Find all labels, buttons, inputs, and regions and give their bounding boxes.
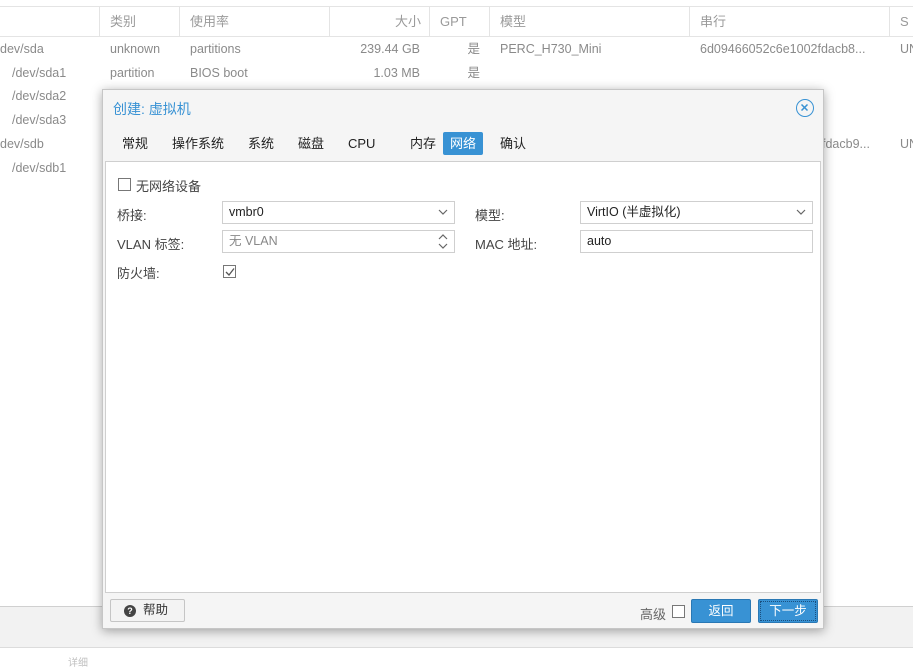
cell-device: /dev/sda1	[12, 66, 67, 80]
firewall-checkbox[interactable]	[223, 265, 236, 278]
cell-type: partition	[110, 66, 155, 80]
cell-device: dev/sda	[0, 42, 44, 56]
bridge-label: 桥接:	[117, 208, 147, 223]
create-vm-dialog: 创建: 虚拟机 常规 操作系统 系统 磁盘 CPU 内存 网络 确认 无网络设备…	[102, 89, 824, 629]
check-icon	[225, 268, 235, 276]
cell-device: dev/sdb	[0, 137, 44, 151]
firewall-label: 防火墙:	[117, 266, 160, 281]
column-header-s[interactable]: S	[890, 7, 913, 36]
help-button[interactable]: ? 帮助	[110, 599, 185, 622]
cell-type: unknown	[110, 42, 161, 56]
vlan-label: VLAN 标签:	[117, 237, 185, 252]
no-network-checkbox[interactable]	[118, 178, 131, 191]
cell-s: UN	[900, 42, 913, 56]
tab-os[interactable]: 操作系统	[166, 132, 230, 155]
next-button[interactable]: 下一步	[758, 599, 818, 623]
chevron-down-icon	[438, 209, 448, 215]
close-icon[interactable]	[796, 99, 814, 117]
column-header-type[interactable]: 类别	[100, 7, 180, 36]
cell-model: PERC_H730_Mini	[500, 42, 602, 56]
tab-network[interactable]: 网络	[443, 132, 483, 155]
vlan-value: 无 VLAN	[229, 234, 278, 248]
bridge-select[interactable]: vmbr0	[222, 201, 455, 224]
bridge-value: vmbr0	[229, 205, 264, 219]
cell-usage: BIOS boot	[190, 66, 248, 80]
cell-device: /dev/sdb1	[12, 161, 67, 175]
column-header-gpt[interactable]: GPT	[430, 7, 490, 36]
cell-device: /dev/sda3	[12, 113, 67, 127]
column-header-usage[interactable]: 使用率	[180, 7, 330, 36]
back-button[interactable]: 返回	[691, 599, 751, 623]
model-select[interactable]: VirtIO (半虚拟化)	[580, 201, 813, 224]
no-network-label: 无网络设备	[136, 179, 202, 194]
mac-value: auto	[587, 234, 612, 248]
tab-general[interactable]: 常规	[116, 132, 154, 155]
cell-size: 239.44 GB	[360, 42, 420, 56]
network-panel: 无网络设备 桥接: vmbr0 VLAN 标签: 无 VLAN 防火墙: 模型:	[105, 161, 821, 593]
cell-size: 1.03 MB	[373, 66, 420, 80]
cell-serial: 6d09466052c6e1002fdacb8...	[700, 42, 866, 56]
advanced-checkbox[interactable]	[672, 605, 685, 618]
help-label: 帮助	[143, 603, 169, 617]
tab-disk[interactable]: 磁盘	[292, 132, 330, 155]
column-header-serial[interactable]: 串行	[690, 7, 890, 36]
spinner-icon[interactable]	[438, 231, 448, 252]
bottom-tab-label[interactable]: 详细	[68, 654, 88, 669]
advanced-label: 高级	[640, 607, 667, 622]
tab-system[interactable]: 系统	[242, 132, 280, 155]
question-icon: ?	[124, 605, 136, 617]
table-row[interactable]: dev/sda unknown partitions 239.44 GB 是 P…	[0, 37, 913, 61]
mac-input[interactable]: auto	[580, 230, 813, 253]
column-header-device[interactable]	[0, 7, 100, 36]
cell-usage: partitions	[190, 42, 241, 56]
disk-table-header: 类别 使用率 大小 GPT 模型 串行 S	[0, 6, 913, 37]
column-header-size[interactable]: 大小	[330, 7, 430, 36]
cell-gpt: 是	[467, 66, 480, 80]
table-row[interactable]: /dev/sda1 partition BIOS boot 1.03 MB 是	[0, 61, 913, 85]
cell-device: /dev/sda2	[12, 89, 67, 103]
model-label: 模型:	[475, 208, 505, 223]
dialog-title: 创建: 虚拟机	[113, 101, 191, 117]
cell-serial: fdacb9...	[822, 137, 870, 151]
column-header-model[interactable]: 模型	[490, 7, 690, 36]
cell-gpt: 是	[467, 42, 480, 56]
chevron-down-icon	[796, 209, 806, 215]
tab-cpu[interactable]: CPU	[342, 132, 381, 155]
tab-memory[interactable]: 内存	[404, 132, 442, 155]
vlan-input[interactable]: 无 VLAN	[222, 230, 455, 253]
mac-label: MAC 地址:	[475, 237, 538, 252]
dialog-footer: ? 帮助 高级 返回 下一步	[105, 594, 821, 628]
cell-s: UN	[900, 137, 913, 151]
bottom-tab-strip: 详细	[0, 648, 913, 669]
tab-confirm[interactable]: 确认	[494, 132, 532, 155]
model-value: VirtIO (半虚拟化)	[587, 205, 681, 219]
